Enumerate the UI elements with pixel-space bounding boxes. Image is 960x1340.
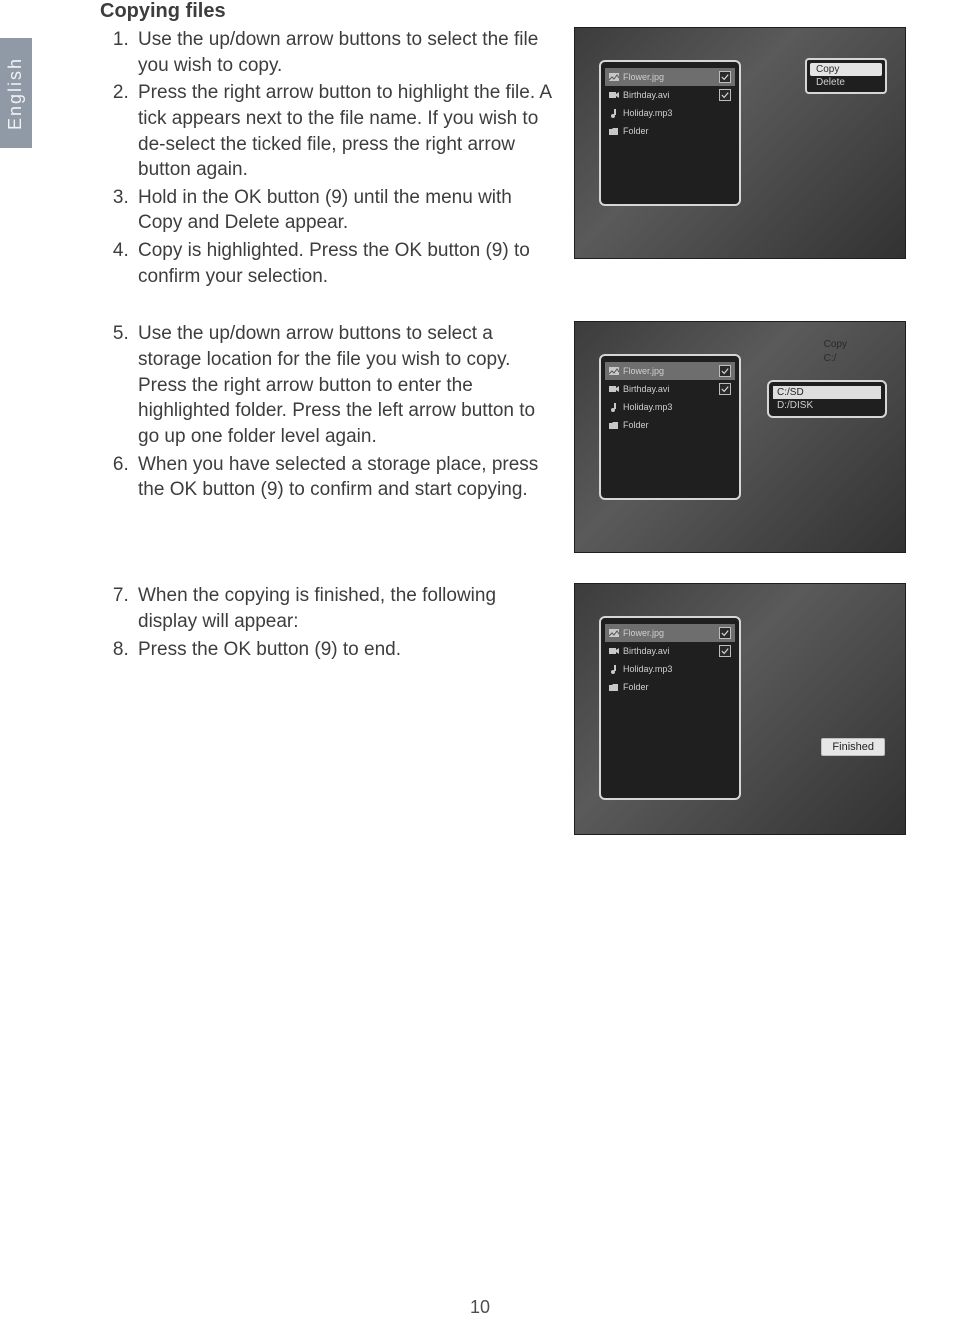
file-label: Birthday.avi bbox=[623, 90, 669, 100]
list-item: Birthday.avi bbox=[605, 86, 735, 104]
file-label: Folder bbox=[623, 126, 649, 136]
step-8: Press the OK button (9) to end. bbox=[134, 637, 560, 663]
step-7: When the copying is finished, the follow… bbox=[134, 583, 560, 634]
step-4: Copy is highlighted. Press the OK button… bbox=[134, 238, 560, 289]
checkbox-checked-icon bbox=[719, 645, 731, 657]
figure-2: Flower.jpg Birthday.avi Holiday.mp3 bbox=[574, 321, 906, 553]
file-label: Folder bbox=[623, 420, 649, 430]
file-label: Flower.jpg bbox=[623, 72, 664, 82]
image-icon bbox=[609, 628, 619, 638]
dest-header: Copy C:/ bbox=[824, 338, 847, 366]
step-1: Use the up/down arrow buttons to select … bbox=[134, 27, 560, 78]
destination-option: D:/DISK bbox=[773, 399, 881, 412]
destination-option: C:/SD bbox=[773, 386, 881, 399]
video-icon bbox=[609, 90, 619, 100]
checkbox-checked-icon bbox=[719, 383, 731, 395]
image-icon bbox=[609, 366, 619, 376]
video-icon bbox=[609, 646, 619, 656]
list-item: Holiday.mp3 bbox=[605, 104, 735, 122]
checkbox-checked-icon bbox=[719, 89, 731, 101]
section-1: Use the up/down arrow buttons to select … bbox=[100, 27, 910, 291]
list-item: Folder bbox=[605, 122, 735, 140]
step-3: Hold in the OK button (9) until the menu… bbox=[134, 185, 560, 236]
list-item: Flower.jpg bbox=[605, 362, 735, 380]
file-list-panel: Flower.jpg Birthday.avi Holiday.mp3 bbox=[599, 60, 741, 206]
list-item: Birthday.avi bbox=[605, 380, 735, 398]
step-6: When you have selected a storage place, … bbox=[134, 452, 560, 503]
list-item: Flower.jpg bbox=[605, 624, 735, 642]
folder-icon bbox=[609, 126, 619, 136]
section-heading: Copying files bbox=[100, 0, 910, 23]
action-popup: Copy Delete bbox=[805, 58, 887, 94]
steps-5-6: Use the up/down arrow buttons to select … bbox=[100, 321, 560, 504]
list-item: Folder bbox=[605, 678, 735, 696]
language-tab: English bbox=[0, 38, 32, 148]
popup-option-copy: Copy bbox=[810, 63, 882, 76]
dest-header-copy: Copy bbox=[824, 338, 847, 352]
list-item: Folder bbox=[605, 416, 735, 434]
file-label: Birthday.avi bbox=[623, 384, 669, 394]
figure-3: Flower.jpg Birthday.avi Holiday.mp3 bbox=[574, 583, 906, 835]
steps-1-4: Use the up/down arrow buttons to select … bbox=[100, 27, 560, 291]
video-icon bbox=[609, 384, 619, 394]
file-list-panel: Flower.jpg Birthday.avi Holiday.mp3 bbox=[599, 354, 741, 500]
destination-panel: C:/SD D:/DISK bbox=[767, 380, 887, 418]
audio-icon bbox=[609, 664, 619, 674]
checkbox-checked-icon bbox=[719, 627, 731, 639]
step-2: Press the right arrow button to highligh… bbox=[134, 80, 560, 183]
audio-icon bbox=[609, 402, 619, 412]
audio-icon bbox=[609, 108, 619, 118]
file-label: Folder bbox=[623, 682, 649, 692]
list-item: Holiday.mp3 bbox=[605, 398, 735, 416]
steps-7-8: When the copying is finished, the follow… bbox=[100, 583, 560, 664]
file-label: Holiday.mp3 bbox=[623, 108, 672, 118]
list-item: Holiday.mp3 bbox=[605, 660, 735, 678]
figure-1: Flower.jpg Birthday.avi Holiday.mp3 bbox=[574, 27, 906, 259]
page-number: 10 bbox=[0, 1297, 960, 1318]
file-label: Flower.jpg bbox=[623, 366, 664, 376]
popup-option-delete: Delete bbox=[810, 76, 882, 89]
step-5: Use the up/down arrow buttons to select … bbox=[134, 321, 560, 449]
dest-header-path: C:/ bbox=[824, 352, 847, 366]
page-content: Copying files Use the up/down arrow butt… bbox=[100, 0, 910, 865]
list-item: Birthday.avi bbox=[605, 642, 735, 660]
file-list-panel: Flower.jpg Birthday.avi Holiday.mp3 bbox=[599, 616, 741, 800]
folder-icon bbox=[609, 420, 619, 430]
section-2: Use the up/down arrow buttons to select … bbox=[100, 321, 910, 553]
checkbox-checked-icon bbox=[719, 71, 731, 83]
file-label: Birthday.avi bbox=[623, 646, 669, 656]
list-item: Flower.jpg bbox=[605, 68, 735, 86]
folder-icon bbox=[609, 682, 619, 692]
section-3: When the copying is finished, the follow… bbox=[100, 583, 910, 835]
file-label: Holiday.mp3 bbox=[623, 664, 672, 674]
checkbox-checked-icon bbox=[719, 365, 731, 377]
file-label: Holiday.mp3 bbox=[623, 402, 672, 412]
image-icon bbox=[609, 72, 619, 82]
language-tab-label: English bbox=[6, 56, 27, 129]
file-label: Flower.jpg bbox=[623, 628, 664, 638]
finished-badge: Finished bbox=[821, 738, 885, 756]
